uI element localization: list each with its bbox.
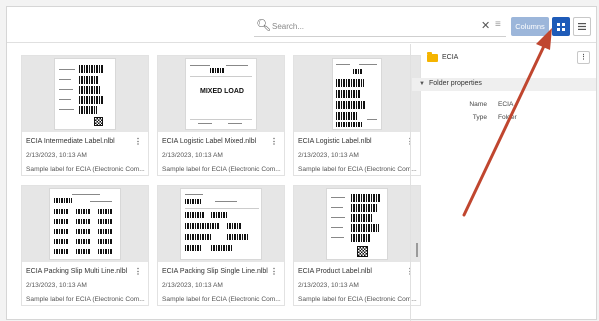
annotation-arrow — [462, 28, 552, 217]
